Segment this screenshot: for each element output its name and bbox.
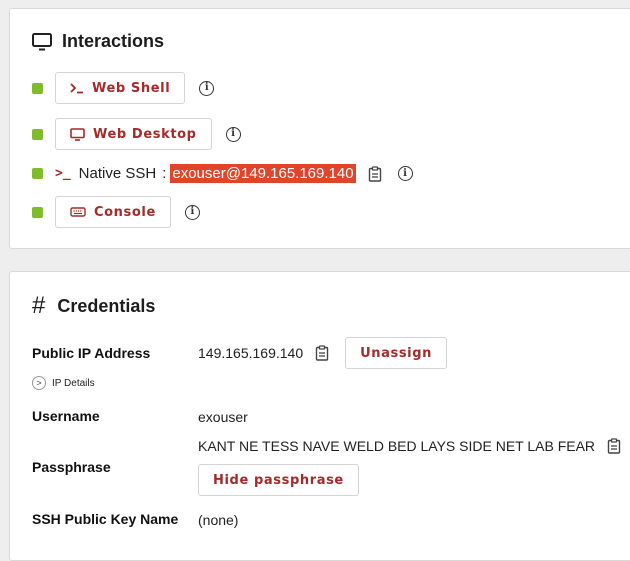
web-shell-status-dot: [32, 82, 43, 94]
monitor-icon: [32, 32, 52, 51]
interactions-card: Interactions Web Shell i Web Desktop i >…: [9, 8, 630, 249]
interactions-header: Interactions: [32, 31, 164, 52]
credentials-card: # Credentials Public IP Address 149.165.…: [9, 271, 630, 561]
passphrase-value: KANT NE TESS NAVE WELD BED LAYS SIDE NET…: [198, 438, 596, 454]
native-ssh-status-dot: [32, 168, 43, 179]
console-row: Console i: [32, 196, 200, 228]
hide-passphrase-label: Hide passphrase: [213, 472, 344, 488]
credentials-header: # Credentials: [32, 294, 155, 318]
public-ip-value-row: 149.165.169.140 Unassign: [198, 337, 447, 369]
console-status-dot: [32, 206, 43, 218]
web-shell-label: Web Shell: [92, 80, 171, 96]
desktop-icon: [70, 127, 85, 141]
web-shell-button[interactable]: Web Shell: [55, 72, 186, 104]
username-label: Username: [32, 408, 100, 424]
public-ip-label: Public IP Address: [32, 345, 151, 361]
copy-clipboard-icon[interactable]: [368, 165, 382, 182]
native-ssh-row: >_ Native SSH : exouser@149.165.169.140 …: [32, 164, 413, 183]
unassign-label: Unassign: [360, 345, 432, 361]
credentials-title: Credentials: [57, 295, 156, 316]
native-ssh-separator: :: [162, 165, 167, 182]
copy-passphrase-icon[interactable]: [607, 438, 621, 454]
web-desktop-button[interactable]: Web Desktop: [55, 118, 212, 150]
web-shell-row: Web Shell i: [32, 72, 215, 104]
ssh-key-label: SSH Public Key Name: [32, 511, 179, 527]
passphrase-value-row: KANT NE TESS NAVE WELD BED LAYS SIDE NET…: [198, 438, 621, 454]
ssh-key-value: (none): [198, 512, 239, 528]
ip-details-label: IP Details: [52, 377, 95, 389]
native-ssh-command[interactable]: exouser@149.165.169.140: [170, 164, 356, 183]
web-desktop-info-icon[interactable]: i: [225, 126, 241, 142]
native-ssh-info-icon[interactable]: i: [397, 166, 413, 181]
web-desktop-status-dot: [32, 128, 43, 140]
chevron-right-icon: >: [32, 376, 46, 390]
web-desktop-label: Web Desktop: [93, 126, 197, 142]
web-desktop-row: Web Desktop i: [32, 118, 241, 150]
interactions-title: Interactions: [62, 31, 165, 51]
passphrase-label: Passphrase: [32, 459, 111, 475]
public-ip-value: 149.165.169.140: [198, 345, 304, 361]
console-button[interactable]: Console: [55, 196, 171, 228]
keyboard-icon: [70, 207, 86, 217]
hide-passphrase-button[interactable]: Hide passphrase: [198, 464, 359, 496]
hash-icon: #: [32, 292, 46, 319]
terminal-icon: [70, 82, 84, 94]
native-ssh-label: Native SSH: [78, 165, 157, 182]
native-ssh-terminal-icon: >_: [55, 166, 71, 181]
ip-details-toggle[interactable]: > IP Details: [32, 376, 95, 390]
username-value: exouser: [198, 409, 248, 425]
console-info-icon[interactable]: i: [184, 204, 200, 220]
unassign-button[interactable]: Unassign: [345, 337, 447, 369]
copy-ip-icon[interactable]: [315, 345, 329, 361]
console-label: Console: [94, 204, 156, 220]
web-shell-info-icon[interactable]: i: [199, 80, 215, 96]
